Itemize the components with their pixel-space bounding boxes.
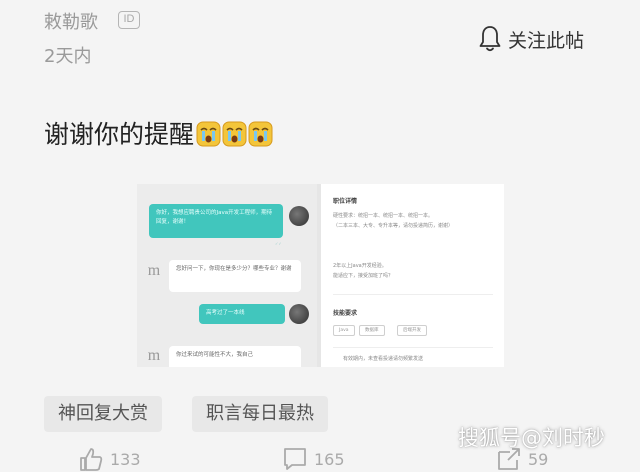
job-line: 硬性要求：统招一本、统招一本、统招一本。 [333, 213, 434, 219]
follow-post-button[interactable]: 关注此帖 [478, 24, 584, 54]
comment-button[interactable]: 165 [282, 446, 345, 472]
recruiter-avatar: m [147, 347, 161, 364]
cry-face-icon [248, 121, 273, 146]
chat-message-sent: 高考过了一本线 [199, 304, 285, 324]
chat-message-received: 您好问一下，你现在是多少分？哪些专业？谢谢 [169, 260, 301, 292]
comment-count: 165 [314, 449, 345, 469]
post-image[interactable]: 你好，我想应聘贵公司的Java开发工程师，期待回复，谢谢！ ✓✓ m 您好问一下… [137, 184, 504, 367]
watermark: 搜狐号@刘时秒 [458, 426, 605, 450]
skill-tag: Java [333, 325, 355, 336]
job-line: 2年以上Java开发经验。 [333, 263, 387, 269]
job-line: 能适应下，接受加班了吗？ [333, 273, 394, 279]
recruiter-avatar: m [147, 262, 161, 279]
post-time: 2天内 [44, 46, 92, 67]
skill-tag: 后端开发 [397, 325, 427, 336]
job-section-title: 职位详情 [333, 198, 358, 205]
job-section-title: 技能要求 [333, 310, 358, 317]
emoji-row [196, 120, 274, 147]
thumbs-up-icon [80, 448, 103, 471]
job-detail-screenshot: 职位详情 硬性要求：统招一本、统招一本、统招一本。 （二本三本、大专、专升本等，… [321, 184, 504, 367]
author-name[interactable]: 敕勒歌 [44, 8, 98, 34]
chat-screenshot: 你好，我想应聘贵公司的Java开发工程师，期待回复，谢谢！ ✓✓ m 您好问一下… [137, 184, 317, 367]
post-text: 谢谢你的提醒 [44, 120, 195, 149]
skill-tag: 数据库 [359, 325, 385, 336]
job-line: （二本三本、大专、专升本等，请勿投递简历，谢谢） [333, 223, 454, 229]
job-line: 有效期内，未查看投递请勿频繁发送 [343, 356, 424, 362]
divider [333, 347, 493, 348]
divider [333, 294, 493, 295]
read-status: ✓✓ [275, 241, 282, 246]
id-badge: ID [118, 11, 140, 29]
comment-icon [284, 448, 306, 470]
cry-face-icon [222, 121, 247, 146]
cry-face-icon [196, 121, 221, 146]
topic-tag-shenhuifu[interactable]: 神回复大赏 [44, 396, 162, 432]
share-count: 59 [528, 449, 549, 469]
like-button[interactable]: 133 [78, 446, 141, 472]
chat-message-sent: 你好，我想应聘贵公司的Java开发工程师，期待回复，谢谢！ [149, 204, 283, 238]
avatar [289, 206, 309, 226]
topic-tag-zhiyan[interactable]: 职言每日最热 [192, 396, 328, 432]
like-count: 133 [110, 449, 141, 469]
bell-icon [479, 26, 501, 52]
post-text-block: 谢谢你的提醒 [44, 115, 274, 151]
chat-message-received: 你过来试的可能性不大，我自己 [169, 346, 301, 367]
avatar [289, 304, 309, 324]
follow-label: 关注此帖 [508, 29, 585, 52]
